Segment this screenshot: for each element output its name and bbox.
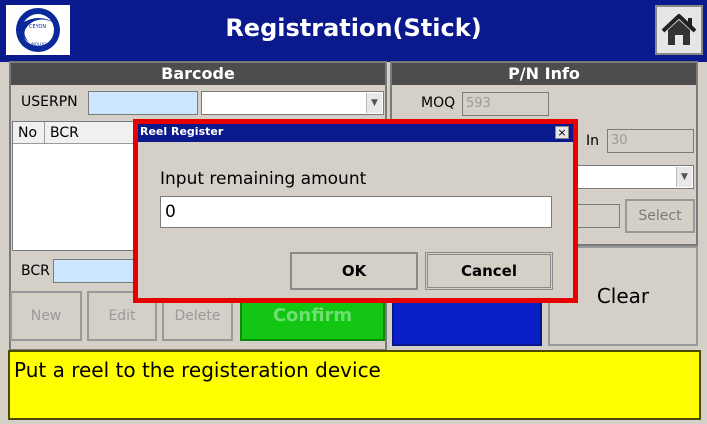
new-button[interactable]: New	[10, 291, 82, 341]
column-header-no[interactable]: No	[13, 122, 45, 144]
remaining-amount-input[interactable]: 0	[160, 196, 552, 228]
home-icon	[661, 14, 697, 45]
header-bar: CEYON TECHNOLOGY Registration(Stick)	[0, 0, 707, 62]
page-title: Registration(Stick)	[225, 14, 482, 42]
in-label: In	[586, 133, 600, 149]
status-message-box: Put a reel to the registeration device	[8, 350, 701, 420]
pn-info-panel-title: P/N Info	[392, 63, 696, 85]
close-icon[interactable]: ×	[555, 126, 569, 139]
moq-label: MOQ	[421, 95, 456, 111]
userpn-label: USERPN	[21, 94, 78, 110]
home-button[interactable]	[655, 5, 703, 55]
reel-register-dialog: Reel Register × Input remaining amount 0…	[133, 119, 578, 303]
moq-field: 593	[462, 92, 549, 116]
in-field: 30	[607, 129, 694, 153]
dropdown-arrow-icon[interactable]: ▼	[366, 93, 382, 113]
userpn-combo[interactable]: ▼	[201, 91, 384, 115]
status-message: Put a reel to the registeration device	[14, 358, 381, 382]
dropdown-arrow-icon[interactable]: ▼	[676, 167, 692, 187]
select-field	[577, 204, 620, 228]
userpn-input[interactable]	[88, 91, 198, 115]
svg-text:TECHNOLOGY: TECHNOLOGY	[20, 42, 49, 47]
cancel-button[interactable]: Cancel	[425, 252, 553, 290]
ok-button[interactable]: OK	[290, 252, 418, 290]
dialog-titlebar: Reel Register ×	[138, 124, 573, 142]
bcr-label: BCR	[21, 263, 50, 279]
dialog-prompt: Input remaining amount	[160, 169, 367, 189]
barcode-panel-title: Barcode	[11, 63, 385, 85]
pn-info-combo[interactable]: ▼	[577, 165, 694, 189]
dialog-title: Reel Register	[140, 125, 224, 138]
select-button[interactable]: Select	[625, 199, 695, 233]
